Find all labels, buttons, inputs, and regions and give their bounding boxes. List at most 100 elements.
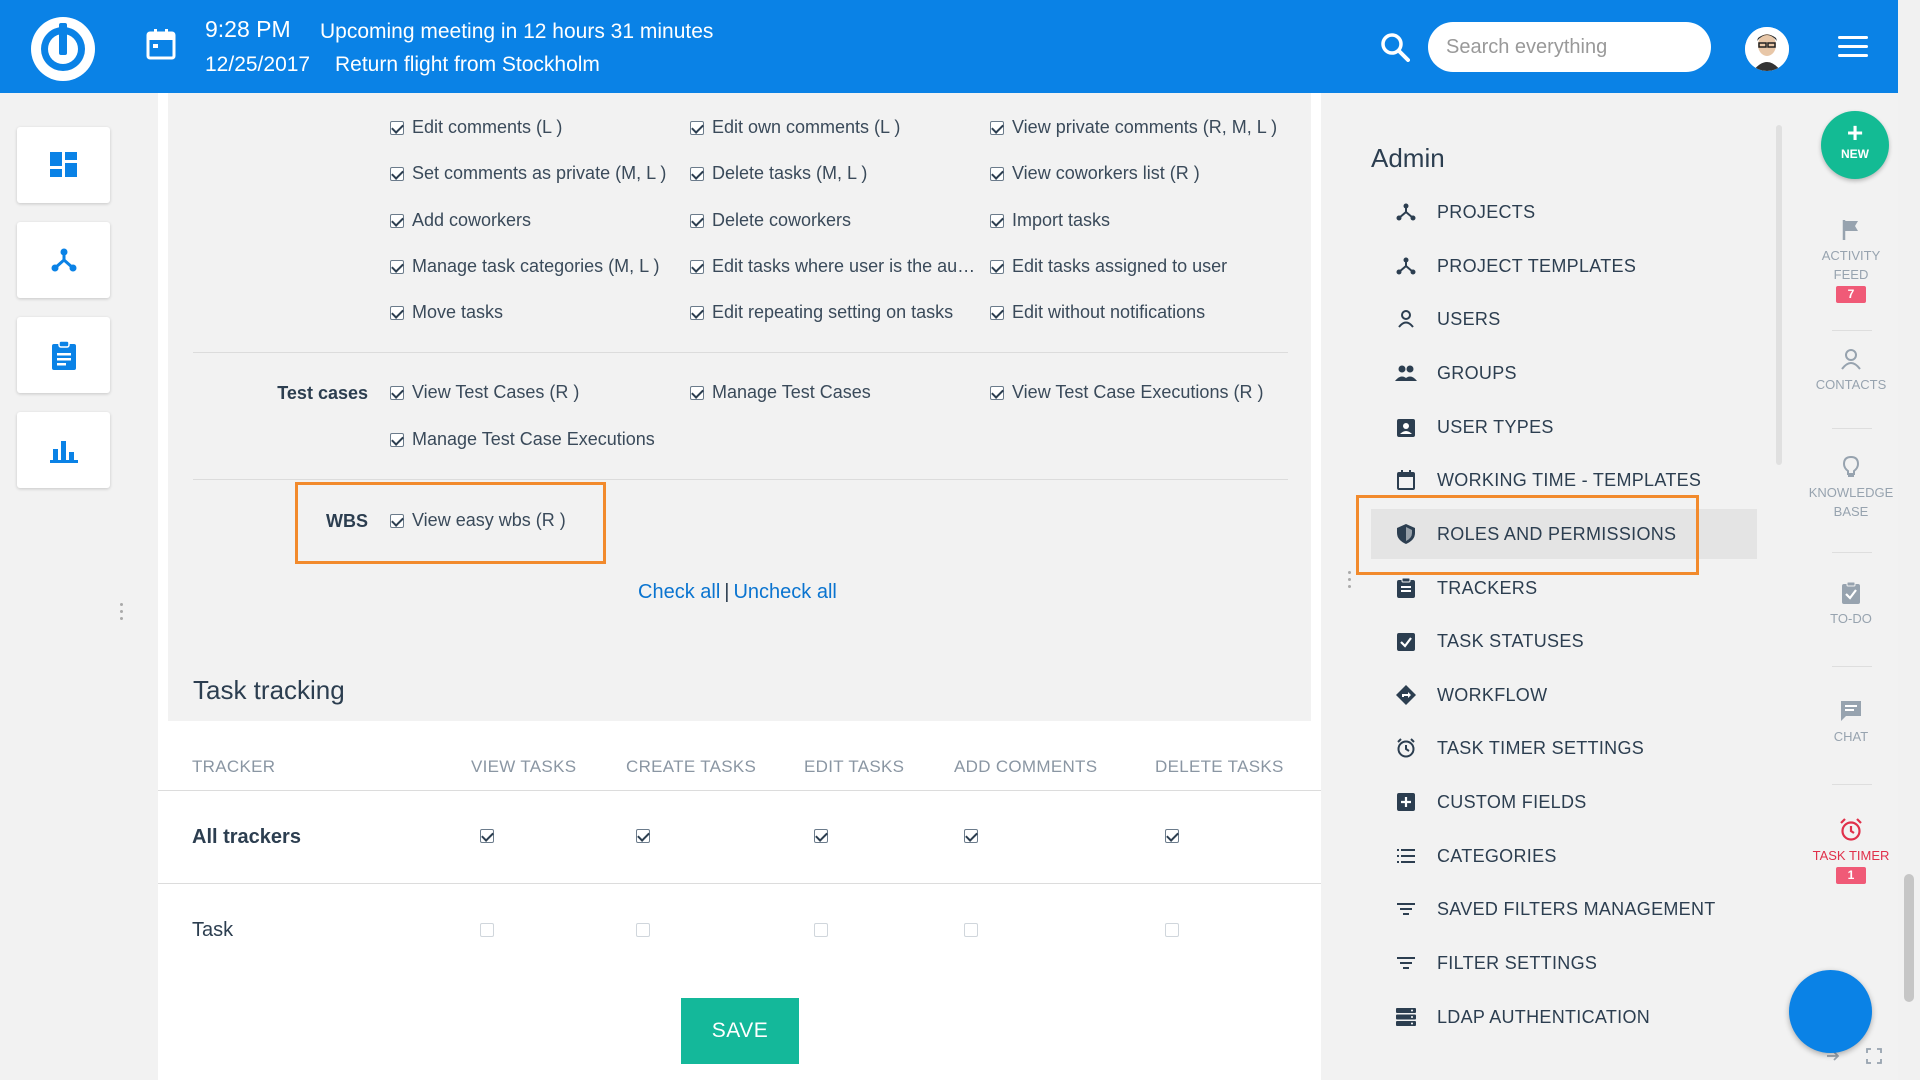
flag-icon: [1842, 220, 1858, 240]
admin-item-groups[interactable]: GROUPS: [1371, 348, 1757, 398]
admin-item-user-types[interactable]: USER TYPES: [1371, 402, 1757, 452]
tracker-checkbox[interactable]: [814, 829, 836, 848]
admin-item-saved-filters-management[interactable]: SAVED FILTERS MANAGEMENT: [1371, 884, 1757, 934]
contacts-button[interactable]: CONTACTS: [1804, 347, 1898, 394]
perm-checkbox[interactable]: Edit own comments (L ): [690, 117, 900, 138]
tracker-checkbox[interactable]: [814, 923, 836, 942]
search-icon[interactable]: [1380, 32, 1410, 62]
tracker-row-label: All trackers: [192, 826, 301, 848]
perm-checkbox[interactable]: Set comments as private (M, L ): [390, 163, 666, 184]
chat-icon: [1841, 701, 1861, 721]
tracker-checkbox[interactable]: [1165, 923, 1187, 942]
admin-item-custom-fields[interactable]: CUSTOM FIELDS: [1371, 777, 1757, 827]
rail-divider: [1832, 552, 1872, 553]
admin-item-ldap-authentication[interactable]: LDAP AUTHENTICATION: [1371, 992, 1757, 1042]
link-separator: |: [724, 581, 730, 603]
perm-checkbox[interactable]: Delete coworkers: [690, 210, 851, 231]
admin-item-users[interactable]: USERS: [1371, 294, 1757, 344]
top-bar: 9:28 PM Upcoming meeting in 12 hours 31 …: [0, 0, 1898, 93]
check-all-link[interactable]: Check all: [638, 581, 720, 603]
column-header: VIEW TASKS: [471, 757, 577, 776]
todo-clipboard-icon: [1842, 581, 1860, 604]
plus-box-icon: [1395, 791, 1417, 813]
perm-checkbox[interactable]: View private comments (R, M, L ): [990, 117, 1277, 138]
upcoming-flight-text[interactable]: Return flight from Stockholm: [335, 53, 600, 77]
upcoming-meeting-text[interactable]: Upcoming meeting in 12 hours 31 minutes: [320, 20, 713, 44]
perm-checkbox[interactable]: View Test Case Executions (R ): [990, 382, 1263, 403]
admin-item-projects[interactable]: PROJECTS: [1371, 187, 1757, 237]
permissions-panel: [168, 93, 1311, 721]
uncheck-all-link[interactable]: Uncheck all: [733, 581, 836, 603]
perm-checkbox[interactable]: Manage Test Cases: [690, 382, 871, 403]
dashboard-button[interactable]: [17, 127, 110, 203]
admin-item-filter-settings[interactable]: FILTER SETTINGS: [1371, 938, 1757, 988]
floating-action-button[interactable]: [1789, 970, 1872, 1053]
perm-checkbox[interactable]: Add coworkers: [390, 210, 531, 231]
main-content: Edit comments (L ) Edit own comments (L …: [158, 93, 1321, 1080]
perm-checkbox[interactable]: View coworkers list (R ): [990, 163, 1200, 184]
admin-scrollbar[interactable]: [1776, 125, 1782, 465]
admin-item-task-timer-settings[interactable]: TASK TIMER SETTINGS: [1371, 723, 1757, 773]
chat-button[interactable]: CHAT: [1804, 699, 1898, 746]
save-button[interactable]: SAVE: [681, 998, 799, 1064]
left-rail: [0, 93, 158, 1080]
tracker-checkbox[interactable]: [636, 829, 658, 848]
projects-button[interactable]: [17, 222, 110, 298]
section-divider: [193, 479, 1288, 480]
project-templates-icon: [1395, 255, 1417, 277]
tracker-checkbox[interactable]: [1165, 829, 1187, 848]
highlight-box-roles: [1356, 495, 1699, 575]
alarm-icon: [1395, 737, 1417, 759]
user-avatar[interactable]: [1745, 27, 1789, 71]
perm-checkbox[interactable]: Edit comments (L ): [390, 117, 562, 138]
perm-checkbox[interactable]: Edit tasks where user is the au…: [690, 256, 975, 277]
admin-item-workflow[interactable]: WORKFLOW: [1371, 670, 1757, 720]
table-row-line: [158, 883, 1321, 884]
resize-handle[interactable]: [120, 603, 124, 624]
user-icon: [1395, 308, 1417, 330]
admin-item-task-statuses[interactable]: TASK STATUSES: [1371, 616, 1757, 666]
contact-icon: [1841, 349, 1861, 370]
filter-icon: [1395, 898, 1417, 920]
perm-checkbox[interactable]: Edit repeating setting on tasks: [690, 302, 953, 323]
tracker-checkbox[interactable]: [636, 923, 658, 942]
todo-button[interactable]: TO-DO: [1804, 581, 1898, 628]
page-scrollbar-thumb[interactable]: [1904, 874, 1914, 1002]
perm-checkbox[interactable]: Edit tasks assigned to user: [990, 256, 1227, 277]
task-timer-button[interactable]: TASK TIMER 1: [1804, 818, 1898, 884]
tasks-button[interactable]: [17, 317, 110, 393]
server-icon: [1395, 1006, 1417, 1028]
plus-icon: +: [1846, 117, 1864, 148]
admin-item-project-templates[interactable]: PROJECT TEMPLATES: [1371, 241, 1757, 291]
knowledge-base-button[interactable]: KNOWLEDGE BASE: [1804, 455, 1898, 521]
column-header: CREATE TASKS: [626, 757, 757, 776]
group-label-test-cases: Test cases: [277, 383, 368, 403]
resize-handle[interactable]: [1348, 571, 1351, 592]
activity-feed-button[interactable]: ACTIVITY FEED 7: [1804, 218, 1898, 303]
perm-checkbox[interactable]: Import tasks: [990, 210, 1110, 231]
tracker-checkbox[interactable]: [480, 923, 502, 942]
admin-item-categories[interactable]: CATEGORIES: [1371, 831, 1757, 881]
search-input[interactable]: [1428, 22, 1711, 72]
perm-checkbox[interactable]: Delete tasks (M, L ): [690, 163, 867, 184]
perm-checkbox[interactable]: View Test Cases (R ): [390, 382, 579, 403]
alarm-clock-icon: [1840, 818, 1862, 841]
calendar-icon[interactable]: [146, 28, 176, 60]
tracker-checkbox[interactable]: [964, 829, 986, 848]
rail-divider: [1832, 666, 1872, 667]
task-tracking-title: Task tracking: [193, 675, 345, 705]
fullscreen-icon[interactable]: [1866, 1048, 1882, 1064]
projects-icon: [1395, 201, 1417, 223]
menu-hamburger-icon[interactable]: [1838, 36, 1868, 58]
new-button[interactable]: + NEW: [1821, 111, 1889, 179]
rail-divider: [1832, 428, 1872, 429]
activity-badge: 7: [1835, 286, 1867, 303]
perm-checkbox[interactable]: Manage task categories (M, L ): [390, 256, 659, 277]
tracker-checkbox[interactable]: [964, 923, 986, 942]
tracker-checkbox[interactable]: [480, 829, 502, 848]
reports-button[interactable]: [17, 412, 110, 488]
perm-checkbox[interactable]: Edit without notifications: [990, 302, 1205, 323]
perm-checkbox[interactable]: Manage Test Case Executions: [390, 429, 655, 450]
app-logo[interactable]: [31, 17, 95, 81]
perm-checkbox[interactable]: Move tasks: [390, 302, 503, 323]
